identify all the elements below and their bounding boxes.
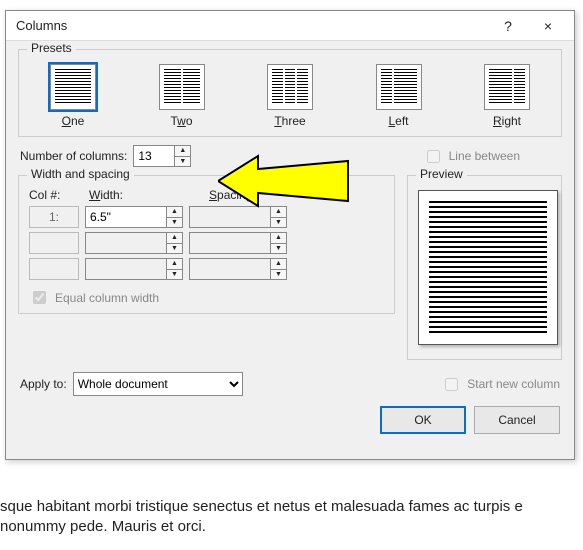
- width-spacing-label: Width and spacing: [27, 167, 134, 181]
- start-new-column-checkbox: Start new column: [441, 375, 560, 394]
- apply-to-label: Apply to:: [20, 377, 67, 391]
- equal-width-label: Equal column width: [55, 291, 159, 305]
- num-columns-input[interactable]: ▲▼: [133, 145, 191, 167]
- col-header: Col #:: [29, 188, 89, 202]
- preset-right[interactable]: Right: [467, 64, 547, 128]
- ok-button[interactable]: OK: [380, 406, 466, 434]
- num-columns-label: Number of columns:: [20, 149, 127, 163]
- background-text-bottom: sque habitant morbi tristique senectus e…: [0, 495, 583, 540]
- width-1-input[interactable]: ▲▼: [85, 206, 183, 228]
- presets-label: Presets: [27, 41, 76, 55]
- start-new-column-input: [445, 378, 458, 391]
- preset-one-icon: [50, 64, 96, 110]
- spacing-2-input: ▲▼: [189, 232, 287, 254]
- preset-two-icon: [159, 64, 205, 110]
- ws-row-2: ▲▼ ▲▼: [29, 232, 384, 254]
- preset-left-icon: [376, 64, 422, 110]
- width-spacing-group: Width and spacing Col #: Width: Spacing:…: [18, 175, 395, 314]
- start-new-column-label: Start new column: [467, 377, 560, 391]
- width-3-input: ▲▼: [85, 258, 183, 280]
- preset-two[interactable]: Two: [142, 64, 222, 128]
- apply-to-select[interactable]: Whole document: [73, 372, 243, 396]
- line-between-input: [427, 150, 440, 163]
- titlebar: Columns ? ×: [6, 11, 574, 41]
- equal-width-checkbox: Equal column width: [29, 288, 384, 307]
- num-columns-field[interactable]: [134, 146, 174, 166]
- ws-row-1: 1: ▲▼ ▲▼: [29, 206, 384, 228]
- equal-width-input: [33, 291, 46, 304]
- spacing-header: Spacing:: [209, 188, 329, 202]
- preset-left[interactable]: Left: [359, 64, 439, 128]
- col-num-3: [29, 258, 79, 280]
- preview-label: Preview: [416, 167, 467, 181]
- columns-dialog: Columns ? × Presets One Two: [5, 10, 575, 460]
- preset-right-icon: [484, 64, 530, 110]
- preset-three[interactable]: Three: [250, 64, 330, 128]
- dialog-title: Columns: [16, 18, 67, 33]
- preset-one[interactable]: One: [33, 64, 113, 128]
- col-num-2: [29, 232, 79, 254]
- width-header: Width:: [89, 188, 209, 202]
- spacing-3-input: ▲▼: [189, 258, 287, 280]
- num-columns-spinner[interactable]: ▲▼: [174, 146, 190, 166]
- col-num-1: 1:: [29, 206, 79, 228]
- close-button[interactable]: ×: [528, 12, 568, 40]
- width-2-input: ▲▼: [85, 232, 183, 254]
- spacing-1-input: ▲▼: [189, 206, 287, 228]
- ws-row-3: ▲▼ ▲▼: [29, 258, 384, 280]
- preset-three-icon: [267, 64, 313, 110]
- background-text-top: [0, 0, 583, 8]
- preview-page-icon: [418, 190, 558, 345]
- presets-group: Presets One Two Three: [18, 49, 562, 137]
- help-button[interactable]: ?: [488, 12, 528, 40]
- preview-group: Preview: [407, 175, 562, 360]
- line-between-label: Line between: [449, 149, 520, 163]
- line-between-checkbox: Line between: [423, 147, 520, 166]
- cancel-button[interactable]: Cancel: [474, 406, 560, 434]
